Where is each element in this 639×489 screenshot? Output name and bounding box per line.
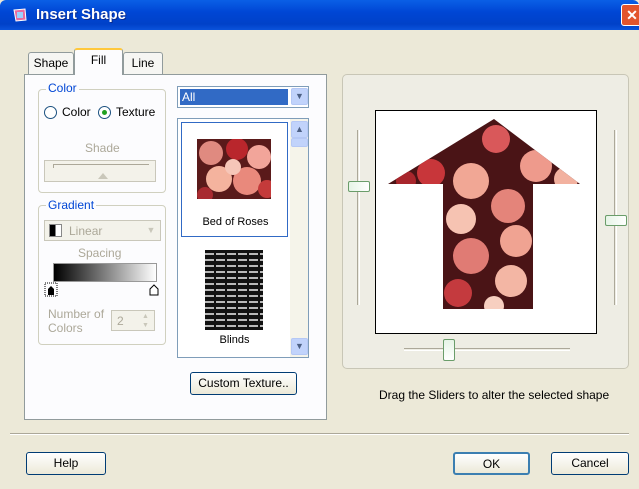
bottom-slider-thumb[interactable] <box>443 339 455 361</box>
texture-radio[interactable] <box>98 106 111 119</box>
chevron-down-icon: ▼ <box>146 225 156 235</box>
right-slider-thumb[interactable] <box>605 215 627 226</box>
title-bar[interactable]: Insert Shape ✕ <box>0 0 639 30</box>
bottom-slider-track[interactable] <box>404 348 570 351</box>
color-group-label: Color <box>46 81 79 95</box>
gradient-type-value: Linear <box>69 224 103 238</box>
tab-line[interactable]: Line <box>123 52 163 74</box>
left-slider-thumb[interactable] <box>348 181 370 192</box>
separator <box>10 433 629 435</box>
number-of-colors-spinner: 2 ▲ ▼ <box>111 310 155 331</box>
app-icon <box>13 8 27 22</box>
help-button[interactable]: Help <box>26 452 106 475</box>
arrow-shape-preview <box>388 119 580 309</box>
scrollbar-thumb[interactable] <box>291 138 308 147</box>
tab-fill[interactable]: Fill <box>74 48 123 75</box>
gradient-group-label: Gradient <box>46 198 97 212</box>
bed-of-roses-thumbnail <box>197 139 271 199</box>
gradient-end-stop-icon[interactable] <box>148 283 160 296</box>
texture-name: Bed of Roses <box>202 216 269 228</box>
shade-label: Shade <box>85 141 120 155</box>
shape-preview <box>375 110 597 334</box>
number-of-colors-value: 2 <box>117 314 124 328</box>
scroll-up-icon[interactable]: ▲ <box>291 121 308 138</box>
gradient-type-select: Linear ▼ <box>44 220 161 241</box>
tab-shape[interactable]: Shape <box>28 52 74 74</box>
texture-list-scrollbar[interactable]: ▲ ▼ <box>290 119 308 357</box>
left-slider-track[interactable] <box>357 130 360 305</box>
texture-filter-value: All <box>180 89 288 105</box>
spacing-label: Spacing <box>78 246 122 260</box>
custom-texture-button[interactable]: Custom Texture.. <box>190 372 297 395</box>
spin-up-icon: ▲ <box>142 313 149 320</box>
texture-item-bed-of-roses[interactable]: Bed of Roses <box>181 122 288 237</box>
texture-radio-label: Texture <box>116 105 156 119</box>
spin-down-icon: ▼ <box>142 322 149 329</box>
gradient-spacing-bar <box>53 263 157 282</box>
chevron-down-icon[interactable]: ▼ <box>291 88 308 105</box>
color-radio-label: Color <box>62 105 91 119</box>
texture-list[interactable]: Bed of Roses Blinds ▲ ▼ <box>177 118 309 358</box>
shade-slider <box>44 160 156 182</box>
window-title: Insert Shape <box>36 6 127 23</box>
blinds-thumbnail <box>205 250 263 330</box>
texture-item-blinds[interactable]: Blinds <box>181 240 288 355</box>
texture-name: Blinds <box>219 334 250 346</box>
ok-button[interactable]: OK <box>453 452 530 475</box>
color-radio[interactable] <box>44 106 57 119</box>
texture-filter-select[interactable]: All ▼ <box>177 86 309 108</box>
cancel-button[interactable]: Cancel <box>551 452 629 475</box>
number-of-colors-label: Number of Colors <box>48 307 105 335</box>
preview-hint: Drag the Sliders to alter the selected s… <box>379 388 610 402</box>
gradient-start-stop-icon[interactable] <box>44 282 59 298</box>
close-button[interactable]: ✕ <box>621 4 639 26</box>
linear-gradient-icon <box>49 224 62 237</box>
scroll-down-icon[interactable]: ▼ <box>291 338 308 355</box>
shade-thumb-icon <box>98 173 108 179</box>
